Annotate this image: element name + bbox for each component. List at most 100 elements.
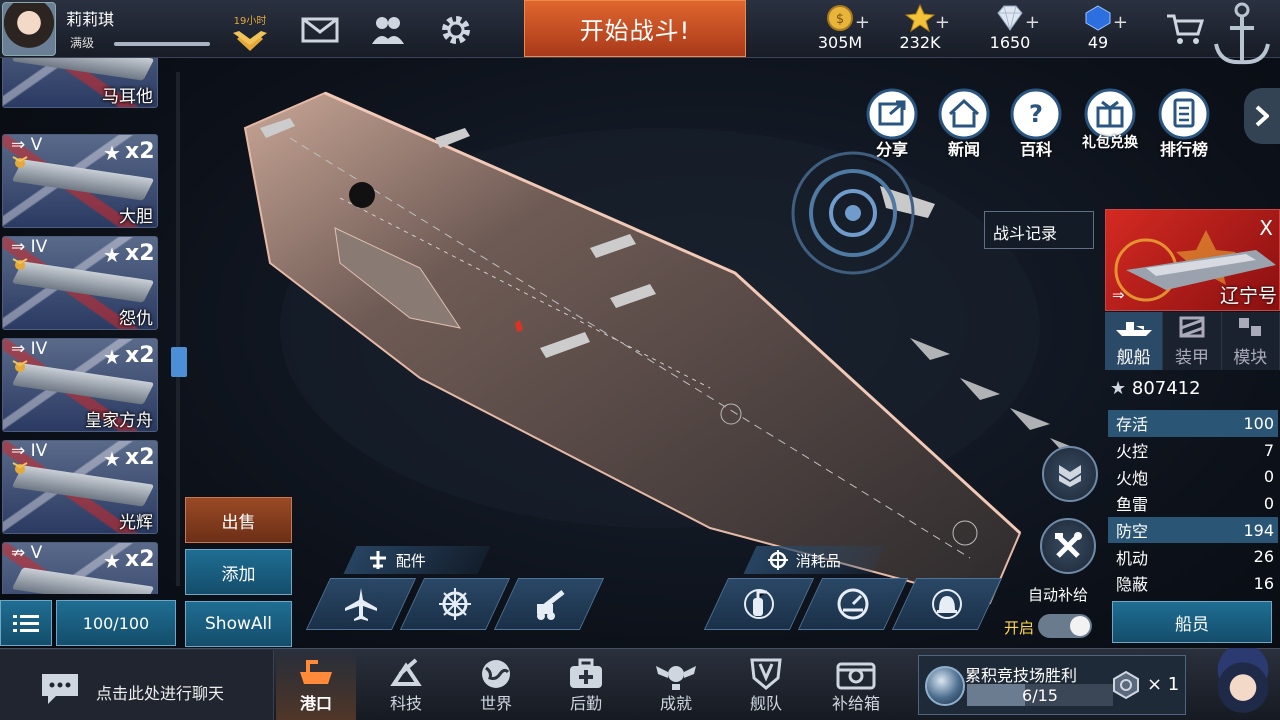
ship-card[interactable]: ⇏ V ★ x2	[2, 542, 158, 594]
settings-gear-icon[interactable]	[436, 10, 476, 50]
star-icon: ★	[103, 243, 121, 267]
shop-cart-icon[interactable]	[1165, 12, 1205, 46]
player-avatar[interactable]	[2, 2, 56, 56]
ship-name: 皇家方舟	[85, 411, 153, 431]
aircraft-icon	[345, 588, 377, 621]
stat-label: 火炮	[1116, 468, 1149, 488]
tab-module[interactable]: 模块	[1222, 312, 1280, 370]
rank-upgrade-button[interactable]	[1042, 446, 1098, 502]
armor-icon	[1179, 316, 1205, 338]
gift-icon	[1084, 88, 1136, 140]
tab-armor[interactable]: 装甲	[1163, 312, 1222, 370]
battle-log-button[interactable]: 战斗记录	[984, 211, 1094, 249]
nav-fleet-label: 舰队	[749, 694, 782, 713]
nav-logistics[interactable]: 后勤	[546, 652, 626, 720]
gift-redeem-button[interactable]: 礼包兑换	[1082, 88, 1138, 150]
gift-redeem-label: 礼包兑换	[1082, 135, 1138, 151]
ship-tier: ⇒ IV	[11, 441, 48, 461]
gem-resource[interactable]: + 49	[1058, 2, 1138, 56]
experience-bar	[114, 42, 210, 46]
ship-name: 大胆	[119, 207, 153, 227]
ship-card[interactable]: ⇒ IV ★ x2 怨仇	[2, 236, 158, 330]
nav-logistics-label: 后勤	[569, 694, 602, 713]
gem-add-icon[interactable]: +	[1113, 12, 1128, 33]
leaderboard-button[interactable]: 排行榜	[1156, 88, 1212, 160]
nav-supply-box-label: 补给箱	[831, 694, 880, 713]
list-menu-button[interactable]	[0, 600, 52, 646]
diamond-resource[interactable]: + 1650	[970, 2, 1050, 56]
tab-module-label: 模块	[1233, 348, 1268, 368]
ship-image	[11, 159, 155, 201]
star-resource[interactable]: + 232K	[880, 2, 960, 56]
ship-card[interactable]: ⇒ V ★ x2 大胆	[2, 134, 158, 228]
mail-icon[interactable]	[300, 10, 340, 50]
nav-achievements-label: 成就	[659, 694, 692, 713]
nav-achievements[interactable]: 成就	[636, 652, 716, 720]
ship-card[interactable]: 马耳他	[2, 58, 158, 108]
star-icon: ★	[103, 549, 121, 573]
ship-tier-label: V	[30, 135, 43, 155]
chevron-right-icon	[1255, 105, 1269, 127]
gold-resource[interactable]: $ + 305M	[800, 2, 880, 56]
arena-title: 累积竞技场胜利	[965, 666, 1078, 685]
repair-tools-button[interactable]	[1040, 518, 1096, 574]
ship-icon	[1115, 322, 1152, 336]
nav-world[interactable]: 世界	[456, 652, 536, 720]
chat-bubble-icon	[42, 674, 78, 704]
ship-wheel-icon	[439, 588, 471, 620]
diamond-add-icon[interactable]: +	[1025, 12, 1040, 33]
ship-tier: ⇏ V	[11, 543, 43, 563]
ship-class-icon: ⇒	[1112, 286, 1125, 304]
ship-multiplier: x2	[125, 445, 155, 470]
stat-label: 防空	[1116, 522, 1149, 542]
anchor-icon[interactable]	[1210, 0, 1274, 72]
share-button[interactable]: 分享	[864, 88, 920, 160]
blue-gem-icon	[1085, 5, 1111, 31]
star-add-icon[interactable]: +	[935, 12, 950, 33]
news-button[interactable]: 新闻	[936, 88, 992, 160]
speed-gauge-icon	[837, 588, 869, 620]
arena-progress-widget[interactable]: 累积竞技场胜利 6/15 × 1	[918, 655, 1186, 715]
vip-badge[interactable]: 19小时	[230, 12, 270, 53]
nav-supply-box[interactable]: 补给箱	[816, 652, 896, 720]
diamond-value: 1650	[989, 33, 1031, 52]
ship-tier: ⇒ IV	[11, 237, 48, 257]
nav-tech[interactable]: 科技	[366, 652, 446, 720]
tech-icon	[390, 658, 422, 686]
assistant-avatar[interactable]	[1206, 648, 1280, 720]
player-name: 莉莉琪	[66, 10, 115, 29]
svg-text:$: $	[836, 12, 844, 27]
crew-button[interactable]: 船员	[1112, 601, 1272, 643]
medkit-icon	[570, 658, 602, 688]
ship-list-scroll-thumb[interactable]	[171, 347, 187, 377]
tab-ship[interactable]: 舰船	[1105, 312, 1164, 370]
stat-label: 存活	[1116, 415, 1149, 435]
vip-time: 19小时	[233, 16, 267, 27]
ship-card[interactable]: ⇒ IV ★ x2 皇家方舟	[2, 338, 158, 432]
stat-row: 机动 26	[1108, 543, 1278, 570]
auto-supply-toggle[interactable]	[1038, 614, 1092, 638]
supply-chest-icon	[836, 662, 876, 690]
nav-port[interactable]: 港口	[276, 652, 356, 720]
gold-add-icon[interactable]: +	[855, 12, 870, 33]
friends-icon[interactable]	[368, 10, 408, 50]
vip-wings-icon	[233, 31, 267, 51]
gem-value: 49	[1087, 33, 1109, 52]
menu-expand-button[interactable]	[1244, 88, 1280, 144]
nav-fleet[interactable]: 舰队	[726, 652, 806, 720]
ship-list[interactable]: 马耳他 ⇒ V ★ x2 大胆 ⇒ IV ★ x2 怨仇 ⇒ IV ★ x2 皇…	[0, 58, 176, 594]
tab-armor-label: 装甲	[1174, 348, 1209, 368]
ship-card[interactable]: ⇒ IV ★ x2 光辉	[2, 440, 158, 534]
chat-box[interactable]: 点击此处进行聊天	[0, 650, 274, 720]
globe-icon	[482, 660, 510, 688]
star-icon: ★	[1110, 378, 1127, 399]
leaderboard-label: 排行榜	[1159, 140, 1208, 159]
news-home-icon	[938, 88, 990, 140]
start-battle-button[interactable]: 开始战斗!	[524, 0, 746, 57]
selected-ship-name: 辽宁号	[1219, 285, 1277, 307]
ship-list-scrollbar[interactable]	[176, 72, 180, 586]
stat-label: 隐蔽	[1116, 575, 1149, 595]
encyclopedia-button[interactable]: ? 百科	[1008, 88, 1064, 160]
close-panel-button[interactable]: X	[1259, 216, 1273, 240]
parts-label: 配件	[396, 551, 427, 570]
